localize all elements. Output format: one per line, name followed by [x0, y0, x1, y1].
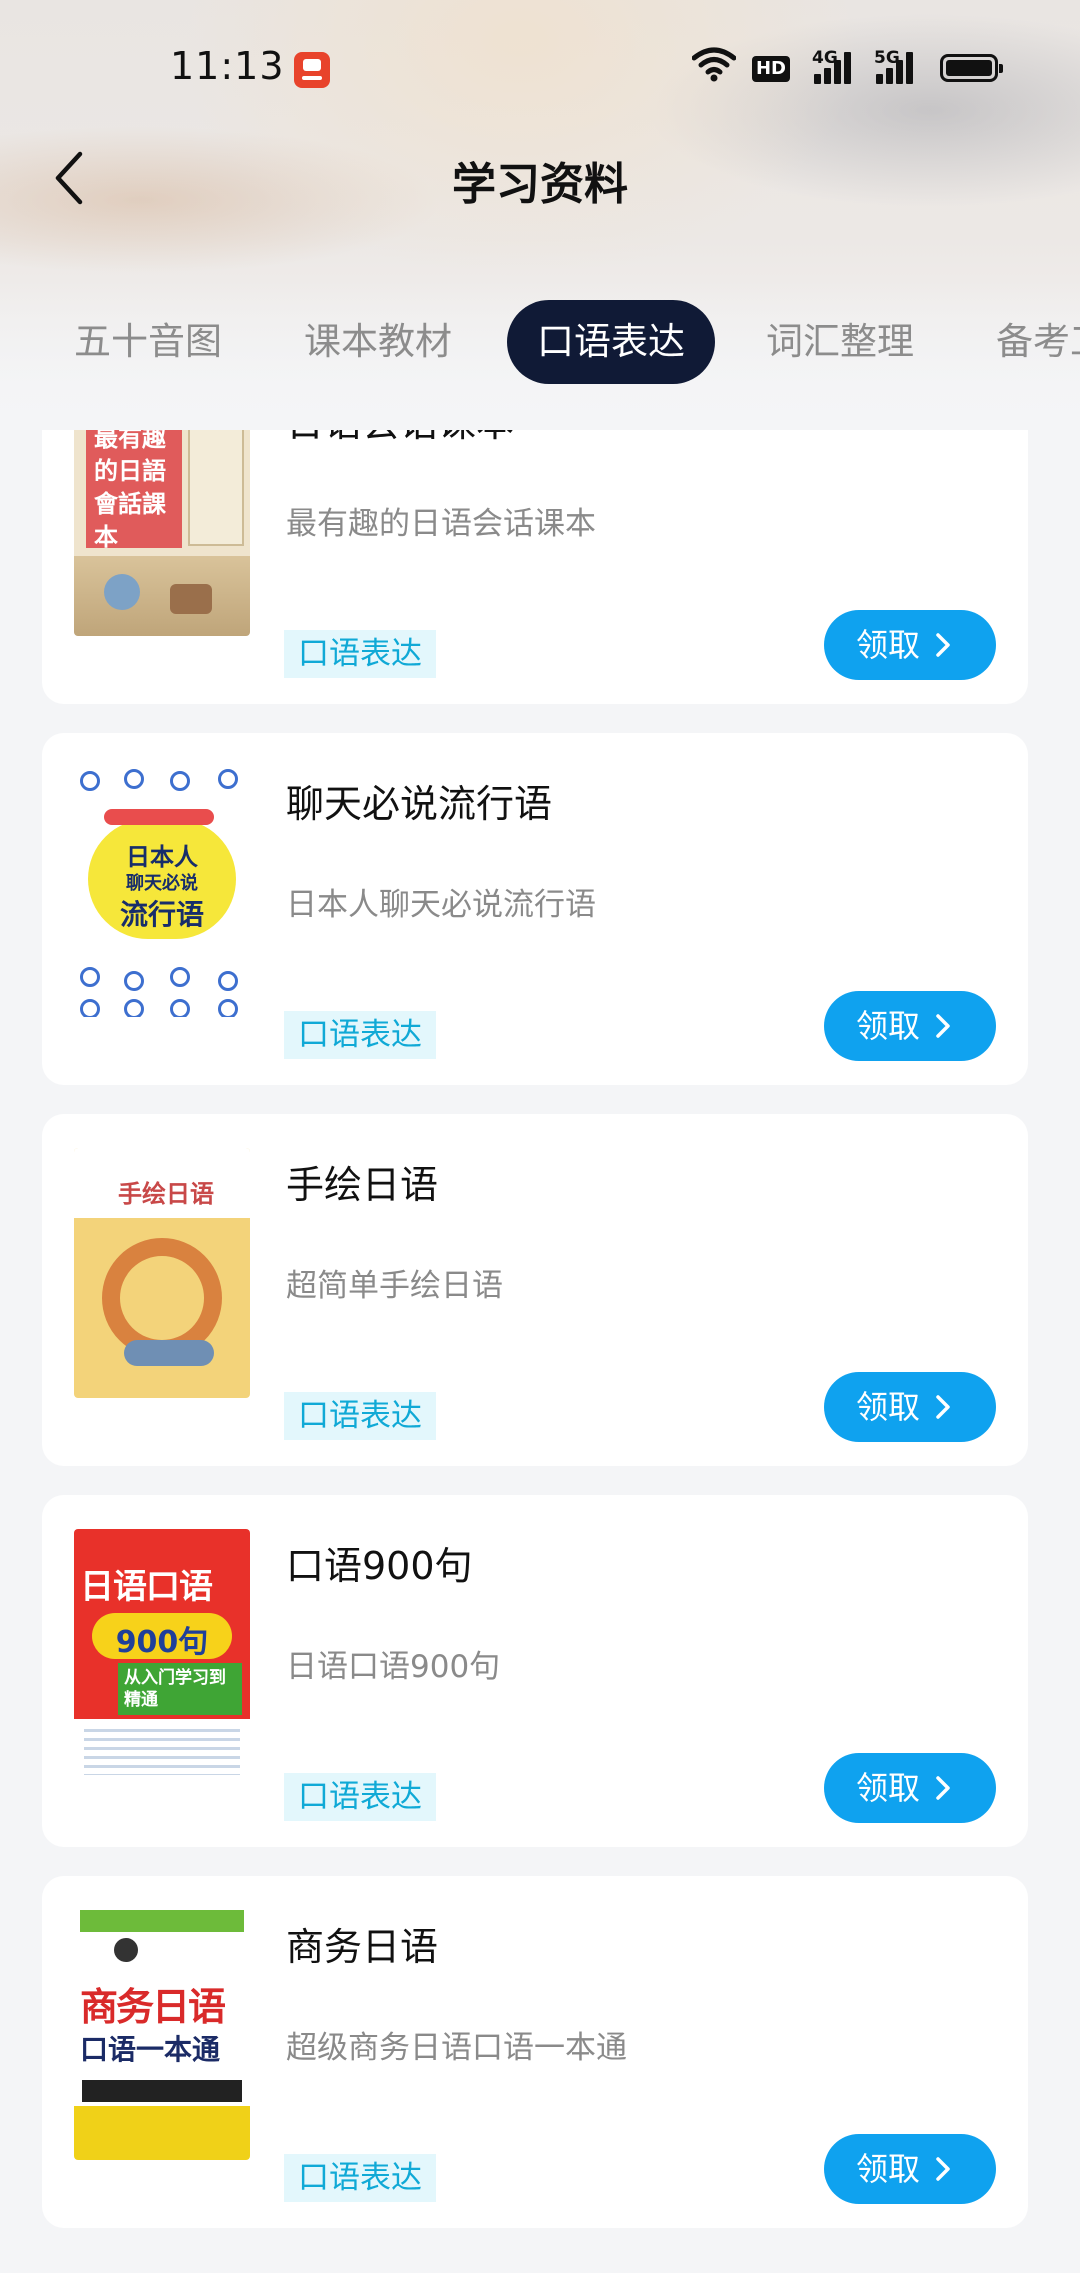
- hd-icon: HD: [752, 56, 790, 82]
- claim-button[interactable]: 领取: [824, 991, 996, 1061]
- status-time: 11:13: [170, 44, 285, 88]
- item-description: 日语口语900句: [286, 1649, 501, 1685]
- status-bar: 11:13 HD 4G 5G: [0, 0, 1080, 130]
- list-item[interactable]: 最有趣的日語會話課本 日语会话课本 最有趣的日语会话课本 口语表达 领取: [42, 430, 1028, 704]
- item-description: 日本人聊天必说流行语: [286, 887, 596, 923]
- claim-button[interactable]: 领取: [824, 1372, 996, 1442]
- chevron-right-icon: [936, 633, 950, 657]
- category-tag: 口语表达: [284, 1773, 436, 1821]
- app-notification-icon: [294, 52, 330, 88]
- item-title: 口语900句: [286, 1544, 473, 1588]
- category-tag: 口语表达: [284, 1011, 436, 1059]
- book-cover: 日本人 聊天必说 流行语: [74, 767, 250, 1017]
- item-description: 最有趣的日语会话课本: [286, 506, 596, 542]
- book-cover: 日语口语 900句 从入门学习到精通: [74, 1529, 250, 1779]
- tab-speaking[interactable]: 口语表达: [507, 300, 715, 384]
- page-title: 学习资料: [452, 159, 628, 210]
- chevron-right-icon: [936, 1395, 950, 1419]
- list-item[interactable]: 日语口语 900句 从入门学习到精通 口语900句 日语口语900句 口语表达 …: [42, 1495, 1028, 1847]
- list-item[interactable]: 手绘日语 手绘日语 超简单手绘日语 口语表达 领取: [42, 1114, 1028, 1466]
- item-description: 超级商务日语口语一本通: [286, 2030, 627, 2066]
- tab-vocabulary[interactable]: 词汇整理: [766, 300, 914, 384]
- tab-textbooks[interactable]: 课本教材: [304, 300, 452, 384]
- list-item[interactable]: 商务日语 口语一本通 商务日语 超级商务日语口语一本通 口语表达 领取: [42, 1876, 1028, 2228]
- item-title: 日语会话课本: [286, 430, 514, 447]
- category-tag: 口语表达: [284, 1392, 436, 1440]
- wifi-icon: [692, 47, 736, 82]
- item-title: 商务日语: [286, 1925, 439, 1969]
- item-title: 聊天必说流行语: [286, 782, 553, 826]
- category-tag: 口语表达: [284, 630, 436, 678]
- signal-4g-icon: 4G: [812, 48, 852, 84]
- battery-icon: [940, 54, 1003, 82]
- claim-button[interactable]: 领取: [824, 610, 996, 680]
- category-tag: 口语表达: [284, 2154, 436, 2202]
- book-cover: 最有趣的日語會話課本: [74, 430, 250, 636]
- item-description: 超简单手绘日语: [286, 1268, 503, 1304]
- material-list: 最有趣的日語會話課本 日语会话课本 最有趣的日语会话课本 口语表达 领取 日本人…: [0, 430, 1080, 2273]
- claim-button[interactable]: 领取: [824, 1753, 996, 1823]
- list-item[interactable]: 日本人 聊天必说 流行语 聊天必说流行语 日本人聊天必说流行语 口语表达 领取: [42, 733, 1028, 1085]
- signal-5g-icon: 5G: [874, 48, 914, 84]
- tab-exam-tools[interactable]: 备考工具: [996, 300, 1080, 384]
- chevron-right-icon: [936, 2157, 950, 2181]
- chevron-right-icon: [936, 1014, 950, 1038]
- book-cover: 手绘日语: [74, 1148, 250, 1398]
- category-tabs: 五十音图 课本教材 口语表达 词汇整理 备考工具: [0, 300, 1080, 384]
- item-title: 手绘日语: [286, 1163, 439, 1207]
- claim-button[interactable]: 领取: [824, 2134, 996, 2204]
- chevron-right-icon: [936, 1776, 950, 1800]
- book-cover: 商务日语 口语一本通: [74, 1910, 250, 2160]
- tab-gojuon[interactable]: 五十音图: [74, 300, 222, 384]
